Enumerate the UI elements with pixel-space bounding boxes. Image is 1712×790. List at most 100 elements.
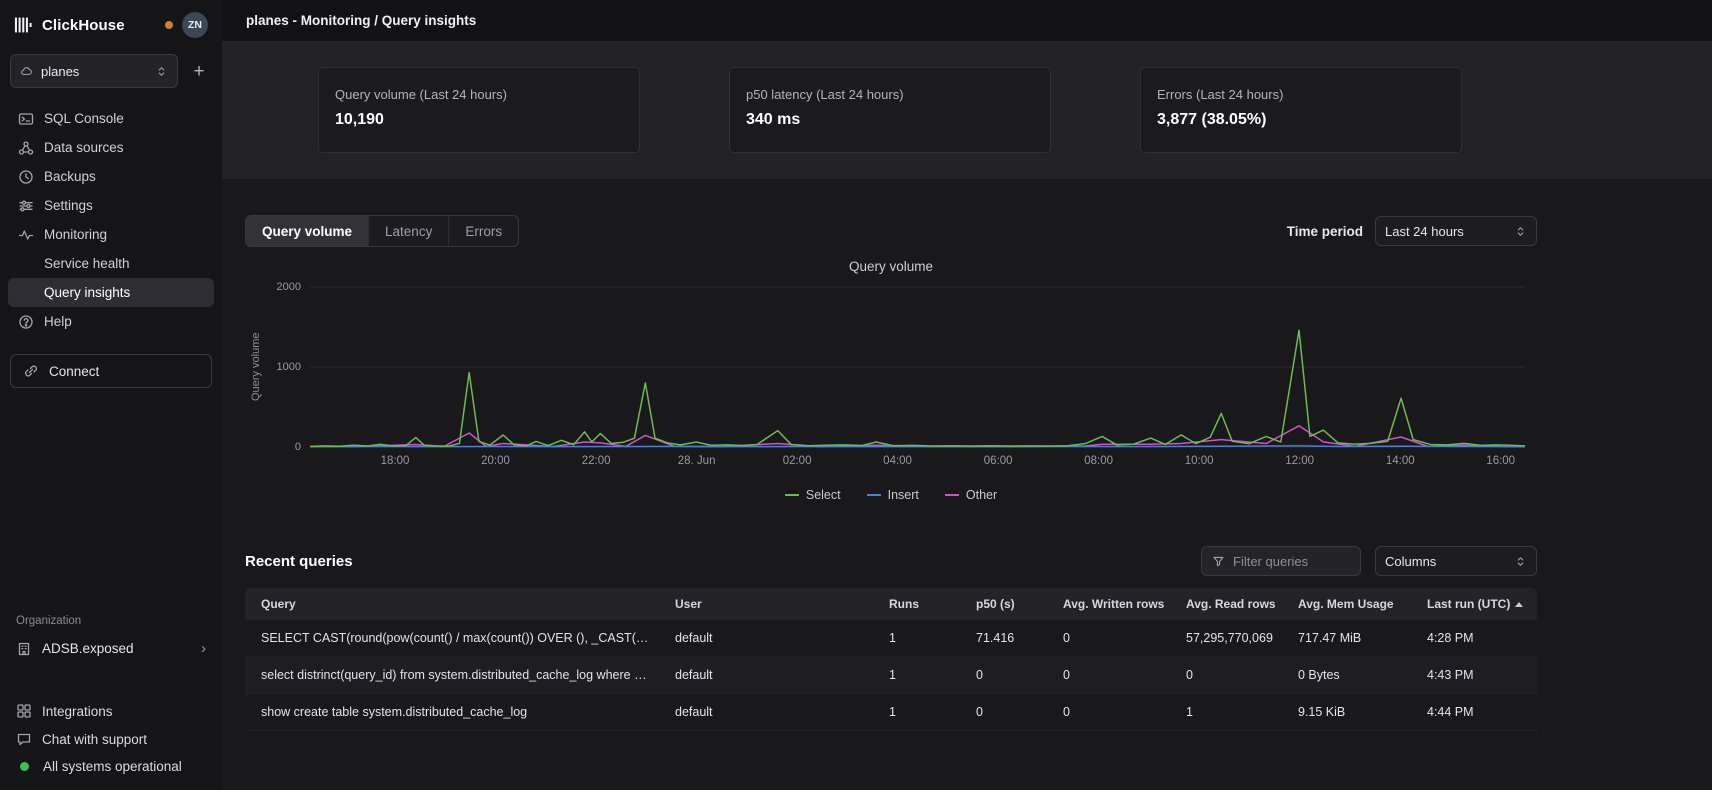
sidebar-item-label: SQL Console xyxy=(44,111,124,126)
organization-label: Organization xyxy=(16,615,206,627)
legend-item-select[interactable]: Select xyxy=(785,488,841,502)
sidebar-item-help[interactable]: Help xyxy=(8,307,214,336)
footer-item-integrations[interactable]: Integrations xyxy=(16,703,206,719)
sidebar-item-data-sources[interactable]: Data sources xyxy=(8,133,214,162)
organization-item[interactable]: ADSB.exposed › xyxy=(16,640,206,657)
column-header-avg-mem-usage[interactable]: Avg. Mem Usage xyxy=(1282,597,1411,611)
chart-svg xyxy=(310,282,1525,452)
table-body: SELECT CAST(round(pow(count() / max(coun… xyxy=(245,620,1537,731)
table-row[interactable]: show create table system.distributed_cac… xyxy=(245,694,1537,731)
recent-queries-table: Query User Runs p50 (s) Avg. Written rows Avg… xyxy=(245,588,1537,731)
y-tick-label: 2000 xyxy=(277,281,301,293)
connect-label: Connect xyxy=(49,364,99,379)
table-cell: 4:43 PM xyxy=(1411,668,1537,682)
table-row[interactable]: select distrinct(query_id) from system.d… xyxy=(245,657,1537,694)
service-row: planes + xyxy=(0,54,222,88)
column-header-user[interactable]: User xyxy=(659,597,873,611)
table-cell: 717.47 MiB xyxy=(1282,631,1411,645)
chart-title: Query volume xyxy=(245,259,1537,274)
chat-icon xyxy=(16,731,32,747)
stat-card-errors-last-24-hours: Errors (Last 24 hours)3,877 (38.05%) xyxy=(1140,67,1462,153)
x-tick-label: 16:00 xyxy=(1486,455,1515,467)
footer-item-chat-with-support[interactable]: Chat with support xyxy=(16,731,206,747)
table-row[interactable]: SELECT CAST(round(pow(count() / max(coun… xyxy=(245,620,1537,657)
topbar: planes - Monitoring / Query insights xyxy=(222,0,1712,41)
sidebar-item-backups[interactable]: Backups xyxy=(8,162,214,191)
time-period-value: Last 24 hours xyxy=(1385,224,1464,239)
table-cell: 1 xyxy=(873,705,960,719)
stats-band: Query volume (Last 24 hours)10,190 p50 la… xyxy=(222,41,1712,179)
chart: Query volume 010002000 18:0020:0022:0028… xyxy=(245,282,1537,452)
x-tick-label: 22:00 xyxy=(582,455,611,467)
time-period-select[interactable]: Last 24 hours xyxy=(1375,216,1537,246)
sidebar-item-label: Backups xyxy=(44,169,96,184)
table-cell: 71.416 xyxy=(960,631,1047,645)
sidebar-item-query-insights[interactable]: Query insights xyxy=(8,278,214,307)
column-header-avg-written-rows[interactable]: Avg. Written rows xyxy=(1047,597,1170,611)
sidebar-item-label: Help xyxy=(44,314,72,329)
x-tick-label: 28. Jun xyxy=(678,455,716,467)
notification-dot xyxy=(165,21,173,29)
y-axis-ticks: 010002000 xyxy=(267,282,310,452)
sidebar-item-label: Settings xyxy=(44,198,93,213)
column-header-label: Avg. Written rows xyxy=(1063,597,1164,611)
column-header-label: Runs xyxy=(889,597,919,611)
tab-latency[interactable]: Latency xyxy=(368,216,448,246)
legend-label: Other xyxy=(966,488,997,502)
stat-card-p50-latency-last-24-hours: p50 latency (Last 24 hours)340 ms xyxy=(729,67,1051,153)
chart-controls-row: Query volumeLatency Errors Time period La… xyxy=(245,215,1537,247)
table-cell: 0 xyxy=(960,668,1047,682)
x-tick-label: 12:00 xyxy=(1285,455,1314,467)
table-cell: 4:44 PM xyxy=(1411,705,1537,719)
stat-card-query-volume-last-24-hours: Query volume (Last 24 hours)10,190 xyxy=(318,67,640,153)
legend-item-insert[interactable]: Insert xyxy=(867,488,919,502)
x-tick-label: 10:00 xyxy=(1185,455,1214,467)
stat-value: 340 ms xyxy=(746,111,1034,129)
time-period-label: Time period xyxy=(1287,224,1363,239)
column-header-avg-read-rows[interactable]: Avg. Read rows xyxy=(1170,597,1282,611)
sidebar-item-settings[interactable]: Settings xyxy=(8,191,214,220)
series-line-select xyxy=(310,330,1525,446)
legend-label: Select xyxy=(806,488,841,502)
table-cell: 4:28 PM xyxy=(1411,631,1537,645)
column-header-query[interactable]: Query xyxy=(245,597,659,611)
table-cell: 1 xyxy=(873,668,960,682)
stat-value: 10,190 xyxy=(335,111,623,129)
legend-swatch xyxy=(945,494,959,496)
table-cell: 1 xyxy=(1170,705,1282,719)
organization-section: Organization ADSB.exposed › xyxy=(0,615,222,657)
add-service-button[interactable]: + xyxy=(186,58,212,84)
query-cell: SELECT CAST(round(pow(count() / max(coun… xyxy=(245,631,659,645)
stat-value: 3,877 (38.05%) xyxy=(1157,111,1445,129)
sidebar-item-monitoring[interactable]: Monitoring xyxy=(8,220,214,249)
sidebar-item-service-health[interactable]: Service health xyxy=(8,249,214,278)
x-tick-label: 04:00 xyxy=(883,455,912,467)
sidebar-item-sql-console[interactable]: SQL Console xyxy=(8,104,214,133)
connect-button[interactable]: Connect xyxy=(10,354,212,388)
column-header-label: p50 (s) xyxy=(976,597,1015,611)
content: Query volumeLatencyErrors Time period La… xyxy=(222,179,1537,731)
table-cell: 0 Bytes xyxy=(1282,668,1411,682)
breadcrumb: planes - Monitoring / Query insights xyxy=(246,13,476,28)
column-header-last-run-utc[interactable]: Last run (UTC) xyxy=(1411,597,1537,611)
status-dot xyxy=(20,762,29,771)
column-header-label: User xyxy=(675,597,702,611)
query-cell: show create table system.distributed_cac… xyxy=(245,705,659,719)
filter-queries-input[interactable] xyxy=(1233,554,1350,569)
table-cell: default xyxy=(659,631,873,645)
column-header-runs[interactable]: Runs xyxy=(873,597,960,611)
tab-label: Errors xyxy=(465,224,502,239)
legend-item-other[interactable]: Other xyxy=(945,488,997,502)
tab-errors[interactable]: Errors xyxy=(448,216,518,246)
tab-query-volume[interactable]: Query volume xyxy=(246,216,368,246)
column-header-p50-s[interactable]: p50 (s) xyxy=(960,597,1047,611)
columns-select[interactable]: Columns xyxy=(1375,546,1537,576)
avatar[interactable]: ZN xyxy=(182,12,208,38)
x-tick-label: 08:00 xyxy=(1084,455,1113,467)
service-selector[interactable]: planes xyxy=(10,54,178,88)
table-cell: 0 xyxy=(1170,668,1282,682)
column-header-label: Query xyxy=(261,597,296,611)
table-cell: 0 xyxy=(960,705,1047,719)
footer-item-all-systems-operational[interactable]: All systems operational xyxy=(16,759,206,774)
service-selector-value: planes xyxy=(41,64,147,79)
